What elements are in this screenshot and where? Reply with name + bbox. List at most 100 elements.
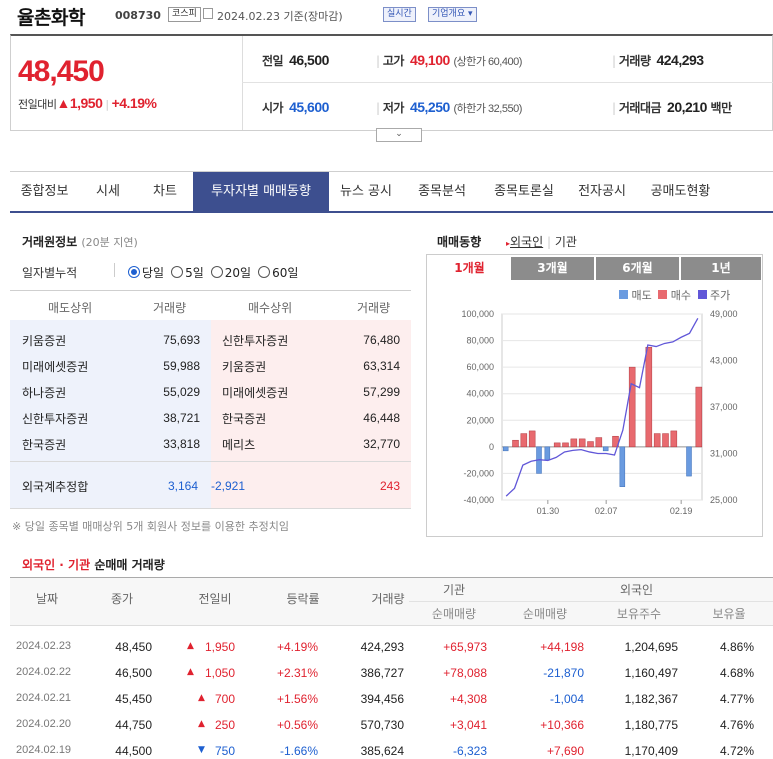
net-header-1: 종가	[110, 592, 134, 606]
x-tick-label: 02.19	[670, 506, 693, 516]
period-option-3[interactable]: 60일	[258, 264, 298, 281]
buy-bar	[670, 430, 678, 448]
radio-circle-icon	[128, 266, 140, 278]
realtime-button[interactable]: 실시간	[383, 7, 416, 22]
row-diff: 750	[214, 744, 235, 758]
row-volume: 570,730	[360, 718, 404, 732]
y-tick-left: -40,000	[463, 495, 494, 505]
sell-broker-volume: 59,988	[163, 359, 200, 373]
row-inst-net: -6,323	[452, 744, 487, 758]
legend-buy-swatch	[658, 290, 668, 299]
buy-broker-name: 미래에셋증권	[222, 386, 289, 400]
row-hold: 1,182,367	[624, 692, 678, 706]
buy-broker-volume: 76,480	[363, 333, 400, 347]
buy-bar	[562, 442, 569, 448]
row-close: 48,450	[115, 640, 152, 654]
row-diff: 1,950	[204, 640, 235, 654]
buy-bar	[570, 438, 578, 448]
sell-bar	[686, 446, 692, 477]
sell-bar	[502, 446, 509, 452]
row-hold: 1,180,775	[624, 718, 678, 732]
sell-broker-volume: 38,721	[163, 411, 200, 425]
legend-price-swatch	[697, 290, 707, 299]
row-rate: +1.56%	[276, 692, 318, 706]
buy-broker-name: 메리츠	[222, 438, 256, 452]
y-tick-left: 80,000	[466, 336, 494, 346]
foreign-net-sum: -2,921	[211, 479, 246, 493]
row-rate: +0.56%	[276, 718, 318, 732]
period-tab-1[interactable]: 3개월	[511, 257, 594, 280]
x-tick-label: 02.07	[595, 506, 618, 516]
row-inst-net: +78,088	[443, 666, 487, 680]
row-rate: +4.19%	[276, 640, 318, 654]
row-hold: 1,204,695	[624, 640, 678, 654]
net-subheader-1: 순매매량	[522, 607, 568, 621]
net-header-3: 등락률	[286, 592, 320, 606]
low-price: | 저가 45,250 (하한가 32,550)	[376, 99, 522, 115]
y-tick-left: 0	[489, 442, 494, 452]
period-option-1[interactable]: 5일	[171, 264, 204, 281]
foreign-sum-label: 외국계추정합	[22, 480, 89, 494]
sell-broker-volume: 33,818	[163, 437, 200, 451]
row-date: 2024.02.21	[16, 692, 72, 704]
period-label: 일자별누적	[22, 266, 78, 280]
row-hold: 1,170,409	[624, 744, 678, 758]
buy-broker-volume: 63,314	[363, 359, 400, 373]
expand-chevron-icon[interactable]: ⌄	[376, 128, 422, 142]
period-option-0[interactable]: 당일	[128, 264, 164, 281]
tab-5[interactable]: 종목분석	[403, 172, 481, 211]
institution-link[interactable]: 기관	[555, 235, 577, 249]
tab-1[interactable]: 시세	[79, 172, 137, 211]
row-volume: 385,624	[360, 744, 404, 758]
sell-broker-volume: 55,029	[163, 385, 200, 399]
buy-bar	[520, 433, 528, 448]
buy-bar	[528, 430, 536, 448]
sell-broker-name: 신한투자증권	[22, 412, 89, 426]
tab-3[interactable]: 투자자별 매매동향	[193, 172, 329, 211]
period-option-2[interactable]: 20일	[210, 264, 251, 281]
buy-bar	[587, 441, 594, 448]
period-tab-3[interactable]: 1년	[681, 257, 761, 280]
tab-7[interactable]: 전자공시	[567, 172, 637, 211]
row-diff: 250	[214, 718, 235, 732]
broker-note: ※ 당일 종목별 매매상위 5개 회원사 정보를 이용한 추정치임	[12, 520, 289, 533]
row-close: 46,500	[115, 666, 152, 680]
y-tick-right: 43,000	[710, 356, 738, 366]
row-close: 44,500	[115, 744, 152, 758]
tab-4[interactable]: 뉴스 공시	[329, 172, 403, 211]
row-date: 2024.02.23	[16, 640, 72, 652]
buy-bar	[695, 386, 703, 448]
row-foreign-net: -21,870	[543, 666, 584, 680]
sell-broker-name: 하나증권	[22, 386, 67, 400]
buy-bar	[662, 433, 669, 448]
row-foreign-net: +10,366	[540, 718, 584, 732]
y-tick-left: 20,000	[466, 415, 494, 425]
tab-0[interactable]: 종합정보	[10, 172, 79, 211]
row-close: 45,450	[115, 692, 152, 706]
volume: | 거래량 424,293	[612, 52, 704, 68]
radio-circle-icon	[258, 266, 271, 278]
tab-6[interactable]: 종목토론실	[481, 172, 567, 211]
y-tick-right: 37,000	[710, 402, 738, 412]
row-ratio: 4.76%	[719, 718, 754, 732]
sell-broker-name: 미래에셋증권	[22, 360, 89, 374]
period-tab-2[interactable]: 6개월	[596, 257, 679, 280]
row-hold: 1,160,497	[624, 666, 678, 680]
row-date: 2024.02.22	[16, 666, 72, 678]
buy-bar	[628, 366, 636, 448]
tab-8[interactable]: 공매도현황	[637, 172, 724, 211]
legend-sell-swatch	[619, 290, 628, 299]
period-tab-0[interactable]: 1개월	[428, 257, 511, 280]
sell-broker-name: 키움증권	[22, 334, 67, 348]
sell-broker-name: 한국증권	[22, 438, 67, 452]
tab-2[interactable]: 차트	[137, 172, 193, 211]
y-tick-left: 40,000	[466, 389, 494, 399]
net-header-2: 전일비	[198, 592, 232, 606]
broker-header-3: 거래량	[357, 301, 391, 315]
sell-bar	[602, 446, 609, 452]
net-subheader-3: 보유율	[712, 607, 746, 621]
row-date: 2024.02.20	[16, 718, 72, 730]
company-overview-button[interactable]: 기업개요 ▾	[428, 7, 477, 22]
row-inst-net: +65,973	[443, 640, 487, 654]
foreign-link[interactable]: 외국인	[510, 235, 543, 249]
